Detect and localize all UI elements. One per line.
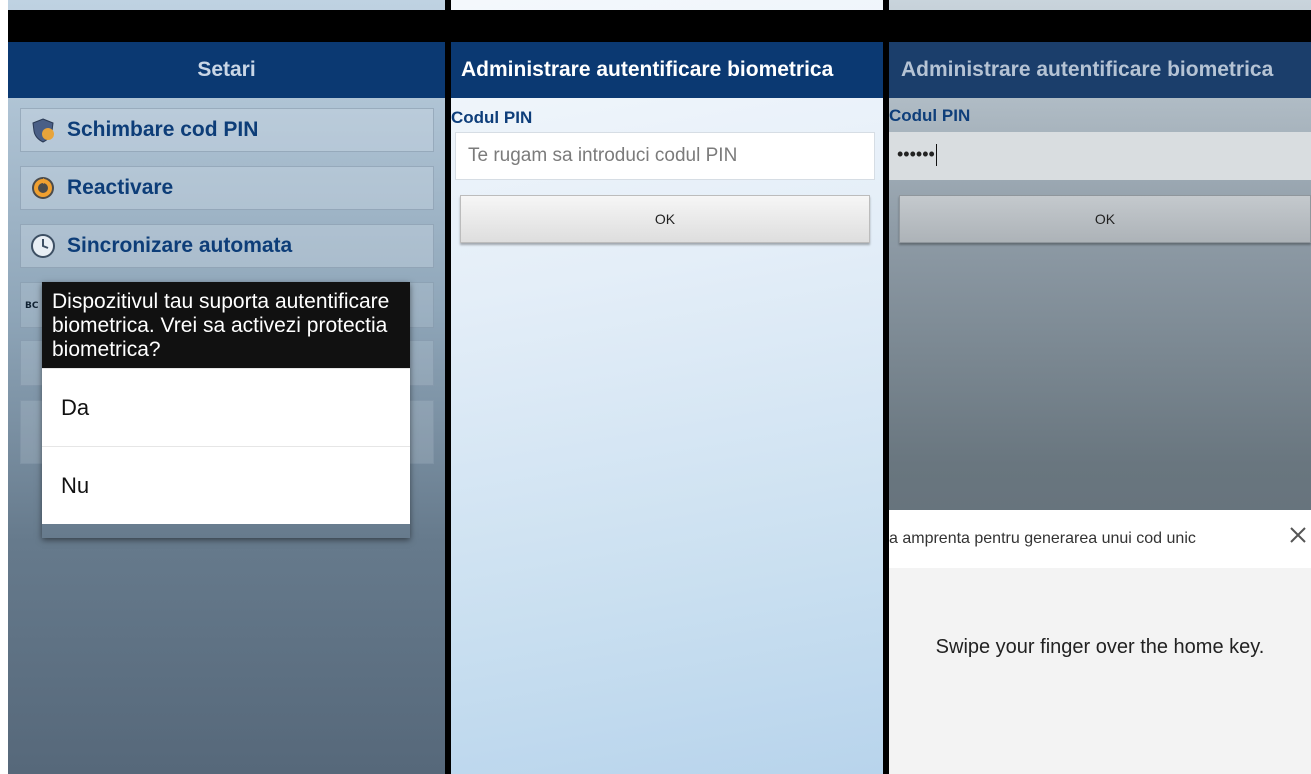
fingerprint-screen-title: Administrare autentificare biometrica: [889, 42, 1311, 98]
pin-input[interactable]: Te rugam sa introduci codul PIN: [455, 132, 875, 180]
menu-item-reactivate[interactable]: Reactivare: [20, 166, 434, 210]
ok-button[interactable]: OK: [899, 195, 1311, 243]
menu-item-label: Schimbare cod PIN: [67, 118, 259, 141]
clock-icon: [29, 232, 57, 260]
menu-item-label: Sincronizare automata: [67, 234, 293, 257]
pin-label: Codul PIN: [451, 108, 533, 127]
text-caret: [935, 144, 937, 167]
pin-value: ••••••: [897, 144, 935, 164]
settings-title: Setari: [8, 42, 445, 98]
close-icon[interactable]: [1287, 524, 1309, 546]
status-bar: [451, 10, 883, 42]
menu-item-label: Reactivare: [67, 176, 174, 199]
fingerprint-screen: Administrare autentificare biometrica Co…: [889, 0, 1311, 774]
sheet-header: a amprenta pentru generarea unui cod uni…: [889, 510, 1311, 568]
dialog-message: Dispozitivul tau suporta autentificare b…: [42, 282, 410, 368]
ok-button[interactable]: OK: [460, 195, 870, 243]
bc-icon: BC: [25, 301, 39, 311]
pin-input[interactable]: ••••••: [889, 132, 1311, 180]
status-bar: [889, 10, 1311, 42]
menu-item-change-pin[interactable]: Schimbare cod PIN: [20, 108, 434, 152]
menu-item-auto-sync[interactable]: Sincronizare automata: [20, 224, 434, 268]
pin-label: Codul PIN: [889, 106, 971, 125]
pin-screen-title: Administrare autentificare biometrica: [451, 42, 883, 98]
biometric-dialog: Dispozitivul tau suporta autentificare b…: [42, 282, 410, 538]
shield-icon: [29, 116, 57, 144]
settings-screen: Setari Schimbare cod PIN Reactivare Sinc…: [8, 0, 445, 774]
pin-screen: Administrare autentificare biometrica Co…: [451, 0, 883, 774]
dialog-option-yes[interactable]: Da: [42, 368, 410, 446]
status-bar: [8, 10, 445, 42]
sheet-title: a amprenta pentru generarea unui cod uni…: [889, 530, 1196, 547]
fingerprint-sheet: a amprenta pentru generarea unui cod uni…: [889, 510, 1311, 774]
dialog-option-no[interactable]: Nu: [42, 446, 410, 524]
sheet-message: Swipe your finger over the home key.: [935, 636, 1265, 658]
refresh-icon: [29, 174, 57, 202]
